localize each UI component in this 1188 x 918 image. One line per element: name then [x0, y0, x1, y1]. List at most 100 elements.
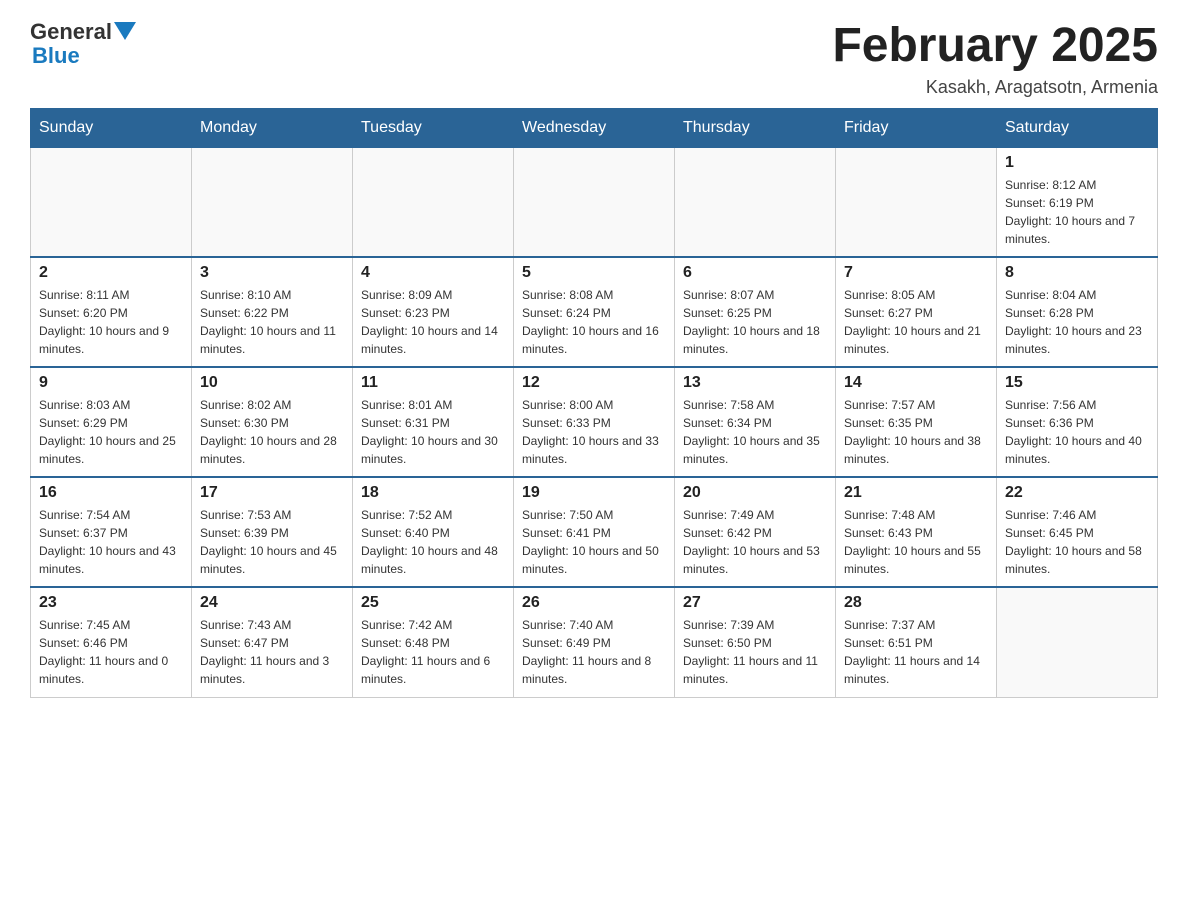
calendar-week-row: 2 Sunrise: 8:11 AM Sunset: 6:20 PM Daylig… [31, 257, 1158, 367]
calendar-cell: 23 Sunrise: 7:45 AM Sunset: 6:46 PM Dayli… [31, 587, 192, 697]
day-number: 24 [200, 594, 344, 612]
day-number: 26 [522, 594, 666, 612]
calendar-cell: 16 Sunrise: 7:54 AM Sunset: 6:37 PM Dayli… [31, 477, 192, 587]
calendar-cell: 12 Sunrise: 8:00 AM Sunset: 6:33 PM Dayli… [514, 367, 675, 477]
calendar-cell: 3 Sunrise: 8:10 AM Sunset: 6:22 PM Daylig… [192, 257, 353, 367]
calendar-header-row: SundayMondayTuesdayWednesdayThursdayFrid… [31, 108, 1158, 147]
calendar-cell: 1Sunrise: 8:12 AM Sunset: 6:19 PM Daylig… [997, 147, 1158, 257]
day-number: 25 [361, 594, 505, 612]
calendar-cell: 18Sunrise: 7:52 AM Sunset: 6:40 PM Dayli… [353, 477, 514, 587]
day-info: Sunrise: 7:54 AM Sunset: 6:37 PM Dayligh… [39, 506, 183, 578]
day-number: 22 [1005, 484, 1149, 502]
day-number: 3 [200, 264, 344, 282]
calendar-header-wednesday: Wednesday [514, 108, 675, 147]
day-info: Sunrise: 8:01 AM Sunset: 6:31 PM Dayligh… [361, 396, 505, 468]
day-number: 6 [683, 264, 827, 282]
day-number: 18 [361, 484, 505, 502]
calendar-week-row: 16 Sunrise: 7:54 AM Sunset: 6:37 PM Dayli… [31, 477, 1158, 587]
day-info: Sunrise: 7:43 AM Sunset: 6:47 PM Dayligh… [200, 616, 344, 688]
day-info: Sunrise: 8:08 AM Sunset: 6:24 PM Dayligh… [522, 286, 666, 358]
day-number: 23 [39, 594, 183, 612]
day-info: Sunrise: 7:40 AM Sunset: 6:49 PM Dayligh… [522, 616, 666, 688]
day-info: Sunrise: 8:11 AM Sunset: 6:20 PM Dayligh… [39, 286, 183, 358]
day-info: Sunrise: 7:37 AM Sunset: 6:51 PM Dayligh… [844, 616, 988, 688]
calendar-cell: 17 Sunrise: 7:53 AM Sunset: 6:39 PM Dayli… [192, 477, 353, 587]
day-number: 21 [844, 484, 988, 502]
day-info: Sunrise: 8:09 AM Sunset: 6:23 PM Dayligh… [361, 286, 505, 358]
day-info: Sunrise: 8:03 AM Sunset: 6:29 PM Dayligh… [39, 396, 183, 468]
day-info: Sunrise: 8:02 AM Sunset: 6:30 PM Dayligh… [200, 396, 344, 468]
calendar-header-monday: Monday [192, 108, 353, 147]
day-number: 28 [844, 594, 988, 612]
day-info: Sunrise: 7:58 AM Sunset: 6:34 PM Dayligh… [683, 396, 827, 468]
calendar-cell: 9 Sunrise: 8:03 AM Sunset: 6:29 PM Daylig… [31, 367, 192, 477]
day-info: Sunrise: 8:10 AM Sunset: 6:22 PM Dayligh… [200, 286, 344, 358]
logo-triangle-icon [114, 22, 136, 44]
day-info: Sunrise: 7:45 AM Sunset: 6:46 PM Dayligh… [39, 616, 183, 688]
day-number: 8 [1005, 264, 1149, 282]
calendar-cell: 2 Sunrise: 8:11 AM Sunset: 6:20 PM Daylig… [31, 257, 192, 367]
day-info: Sunrise: 7:46 AM Sunset: 6:45 PM Dayligh… [1005, 506, 1149, 578]
day-number: 15 [1005, 374, 1149, 392]
calendar-header-thursday: Thursday [675, 108, 836, 147]
logo: General Blue [30, 20, 136, 68]
day-info: Sunrise: 7:49 AM Sunset: 6:42 PM Dayligh… [683, 506, 827, 578]
day-info: Sunrise: 8:04 AM Sunset: 6:28 PM Dayligh… [1005, 286, 1149, 358]
day-info: Sunrise: 8:00 AM Sunset: 6:33 PM Dayligh… [522, 396, 666, 468]
page-header: General Blue February 2025 Kasakh, Araga… [30, 20, 1158, 98]
day-number: 27 [683, 594, 827, 612]
calendar-week-row: 23 Sunrise: 7:45 AM Sunset: 6:46 PM Dayli… [31, 587, 1158, 697]
day-number: 11 [361, 374, 505, 392]
calendar-cell [192, 147, 353, 257]
logo-blue-text: Blue [32, 44, 136, 68]
calendar-cell: 4 Sunrise: 8:09 AM Sunset: 6:23 PM Daylig… [353, 257, 514, 367]
calendar-cell: 21Sunrise: 7:48 AM Sunset: 6:43 PM Dayli… [836, 477, 997, 587]
day-number: 5 [522, 264, 666, 282]
day-number: 7 [844, 264, 988, 282]
calendar-cell: 13 Sunrise: 7:58 AM Sunset: 6:34 PM Dayli… [675, 367, 836, 477]
day-number: 1 [1005, 154, 1149, 172]
calendar-cell: 7 Sunrise: 8:05 AM Sunset: 6:27 PM Daylig… [836, 257, 997, 367]
day-info: Sunrise: 7:53 AM Sunset: 6:39 PM Dayligh… [200, 506, 344, 578]
day-number: 4 [361, 264, 505, 282]
calendar-cell [675, 147, 836, 257]
day-info: Sunrise: 7:56 AM Sunset: 6:36 PM Dayligh… [1005, 396, 1149, 468]
day-number: 9 [39, 374, 183, 392]
calendar-cell: 25 Sunrise: 7:42 AM Sunset: 6:48 PM Dayli… [353, 587, 514, 697]
calendar-cell: 6 Sunrise: 8:07 AM Sunset: 6:25 PM Daylig… [675, 257, 836, 367]
day-number: 10 [200, 374, 344, 392]
calendar-cell: 5 Sunrise: 8:08 AM Sunset: 6:24 PM Daylig… [514, 257, 675, 367]
day-number: 2 [39, 264, 183, 282]
day-info: Sunrise: 7:50 AM Sunset: 6:41 PM Dayligh… [522, 506, 666, 578]
day-info: Sunrise: 8:05 AM Sunset: 6:27 PM Dayligh… [844, 286, 988, 358]
calendar-cell: 8 Sunrise: 8:04 AM Sunset: 6:28 PM Daylig… [997, 257, 1158, 367]
calendar-header-tuesday: Tuesday [353, 108, 514, 147]
calendar-cell [514, 147, 675, 257]
calendar-header-saturday: Saturday [997, 108, 1158, 147]
calendar-cell: 11 Sunrise: 8:01 AM Sunset: 6:31 PM Dayli… [353, 367, 514, 477]
logo-general-text: General [30, 20, 112, 44]
calendar-cell [353, 147, 514, 257]
day-info: Sunrise: 8:07 AM Sunset: 6:25 PM Dayligh… [683, 286, 827, 358]
calendar-cell: 24 Sunrise: 7:43 AM Sunset: 6:47 PM Dayli… [192, 587, 353, 697]
calendar-cell: 10 Sunrise: 8:02 AM Sunset: 6:30 PM Dayli… [192, 367, 353, 477]
calendar-cell: 14Sunrise: 7:57 AM Sunset: 6:35 PM Dayli… [836, 367, 997, 477]
title-section: February 2025 Kasakh, Aragatsotn, Armeni… [832, 20, 1158, 98]
calendar-header-sunday: Sunday [31, 108, 192, 147]
calendar-cell: 28 Sunrise: 7:37 AM Sunset: 6:51 PM Dayli… [836, 587, 997, 697]
day-number: 20 [683, 484, 827, 502]
day-number: 16 [39, 484, 183, 502]
calendar-cell: 26 Sunrise: 7:40 AM Sunset: 6:49 PM Dayli… [514, 587, 675, 697]
calendar-cell [836, 147, 997, 257]
day-number: 12 [522, 374, 666, 392]
calendar-week-row: 1Sunrise: 8:12 AM Sunset: 6:19 PM Daylig… [31, 147, 1158, 257]
calendar-cell: 27 Sunrise: 7:39 AM Sunset: 6:50 PM Dayli… [675, 587, 836, 697]
day-number: 19 [522, 484, 666, 502]
calendar-table: SundayMondayTuesdayWednesdayThursdayFrid… [30, 108, 1158, 698]
day-info: Sunrise: 7:57 AM Sunset: 6:35 PM Dayligh… [844, 396, 988, 468]
day-number: 13 [683, 374, 827, 392]
calendar-week-row: 9 Sunrise: 8:03 AM Sunset: 6:29 PM Daylig… [31, 367, 1158, 477]
day-number: 17 [200, 484, 344, 502]
day-info: Sunrise: 7:39 AM Sunset: 6:50 PM Dayligh… [683, 616, 827, 688]
day-info: Sunrise: 7:42 AM Sunset: 6:48 PM Dayligh… [361, 616, 505, 688]
